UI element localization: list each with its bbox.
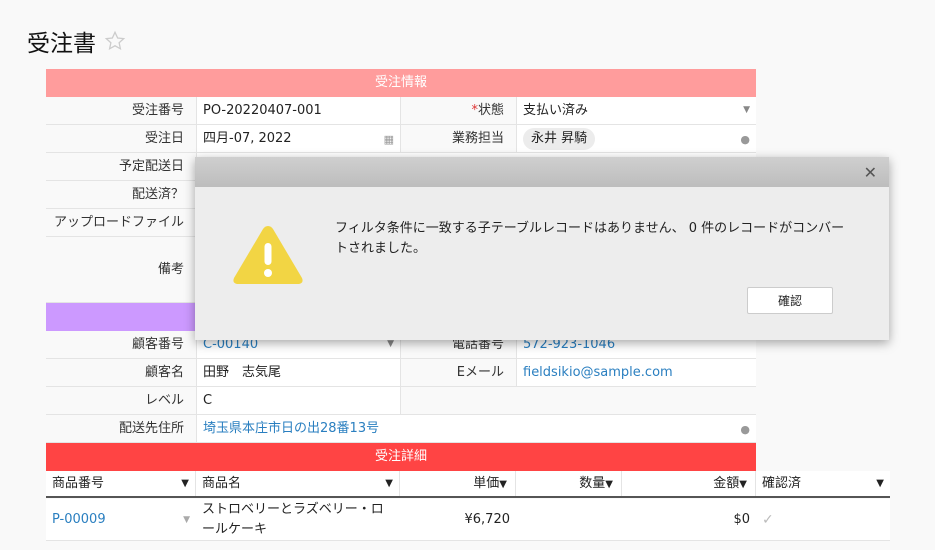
map-pin-icon[interactable]: ●: [740, 416, 750, 442]
address-field[interactable]: 埼玉県本庄市日の出28番13号 ●: [196, 415, 756, 442]
amount-value: $0: [733, 512, 750, 527]
level-field[interactable]: C: [196, 387, 400, 414]
column-label: 単価: [473, 476, 500, 491]
detail-table-header: 商品番号 ▼ 商品名 ▼ 単価▼ 数量▼ 金額▼ 確認済 ▼: [46, 471, 890, 498]
section-header-order-detail: 受注詳細: [46, 443, 756, 471]
customer-name-field[interactable]: 田野 志気尾: [196, 359, 400, 386]
status-value: 支払い済み: [523, 103, 589, 118]
address-link[interactable]: 埼玉県本庄市日の出28番13号: [203, 421, 379, 436]
product-name-cell: ストロベリーとラズベリー・ロールケーキ: [196, 499, 400, 540]
staff-label: 業務担当: [400, 125, 516, 152]
customer-name-value: 田野 志気尾: [203, 365, 282, 380]
row-customer-name: 顧客名 田野 志気尾 Eメール fieldsikio@sample.com: [46, 359, 756, 387]
dialog-titlebar[interactable]: ✕: [195, 157, 889, 187]
order-no-value: PO-20220407-001: [203, 103, 322, 118]
status-select[interactable]: 支払い済み ▼: [516, 97, 756, 124]
email-link[interactable]: fieldsikio@sample.com: [523, 365, 673, 380]
dialog-message: フィルタ条件に一致する子テーブルレコードはありません、 0 件のレコードがコンバ…: [335, 221, 845, 256]
star-icon[interactable]: [104, 30, 126, 52]
column-header-quantity[interactable]: 数量▼: [516, 471, 622, 496]
product-no-cell[interactable]: P-00009 ▼: [46, 499, 196, 540]
section-header-order-info: 受注情報: [46, 69, 756, 97]
column-label: 商品番号: [52, 476, 105, 491]
email-field[interactable]: fieldsikio@sample.com: [516, 359, 756, 386]
email-label: Eメール: [400, 359, 516, 386]
column-header-unit-price[interactable]: 単価▼: [400, 471, 516, 496]
order-date-field[interactable]: 四月-07, 2022 ▦: [196, 125, 400, 152]
row-order-no: 受注番号 PO-20220407-001 *状態 支払い済み ▼: [46, 97, 756, 125]
column-header-product-no[interactable]: 商品番号 ▼: [46, 471, 196, 496]
page-title: 受注書: [27, 24, 126, 58]
customer-name-label: 顧客名: [46, 359, 196, 386]
level-label: レベル: [46, 387, 196, 414]
check-icon[interactable]: ✓: [762, 512, 774, 528]
chevron-down-icon: ▼: [743, 105, 750, 115]
customer-no-label: 顧客番号: [46, 331, 196, 358]
column-header-confirmed[interactable]: 確認済 ▼: [756, 471, 890, 496]
address-label: 配送先住所: [46, 415, 196, 442]
calendar-icon[interactable]: ▦: [384, 126, 394, 152]
alert-dialog: ✕ フィルタ条件に一致する子テーブルレコードはありません、 0 件のレコードがコ…: [195, 157, 889, 340]
close-icon[interactable]: ✕: [864, 163, 877, 182]
column-header-product-name[interactable]: 商品名 ▼: [196, 471, 400, 496]
sort-down-icon[interactable]: ▼: [876, 471, 884, 497]
chevron-down-icon: ▼: [183, 514, 190, 525]
product-name-value: ストロベリーとラズベリー・ロールケーキ: [202, 501, 384, 537]
column-label: 商品名: [202, 476, 242, 491]
level-value: C: [203, 393, 213, 408]
row-order-date: 受注日 四月-07, 2022 ▦ 業務担当 永井 昇騎 ●: [46, 125, 756, 153]
row-address: 配送先住所 埼玉県本庄市日の出28番13号 ●: [46, 415, 756, 443]
status-label-text: 状態: [477, 103, 504, 118]
sort-down-icon[interactable]: ▼: [739, 479, 747, 490]
sort-down-icon[interactable]: ▼: [181, 471, 189, 497]
column-label: 確認済: [762, 476, 802, 491]
order-no-field[interactable]: PO-20220407-001: [196, 97, 400, 124]
notes-label: 備考: [46, 237, 196, 302]
ok-button[interactable]: 確認: [747, 287, 833, 314]
page-title-text: 受注書: [27, 31, 96, 57]
row-level: レベル C: [46, 387, 756, 415]
empty-cell: [400, 387, 756, 414]
shipped-label: 配送済？: [46, 181, 196, 208]
product-no-link[interactable]: P-00009: [52, 512, 106, 527]
sort-down-icon[interactable]: ▼: [605, 479, 613, 490]
staff-field[interactable]: 永井 昇騎 ●: [516, 125, 756, 152]
unit-price-value: ¥6,720: [464, 512, 511, 527]
status-label: *状態: [400, 97, 516, 124]
order-date-label: 受注日: [46, 125, 196, 152]
column-label: 数量: [579, 476, 606, 491]
planned-ship-label: 予定配送日: [46, 153, 196, 180]
order-no-label: 受注番号: [46, 97, 196, 124]
column-label: 金額: [713, 476, 740, 491]
sort-down-icon[interactable]: ▼: [385, 471, 393, 497]
upload-label: アップロードファイル: [46, 209, 196, 236]
unit-price-cell: ¥6,720: [400, 499, 516, 540]
sort-down-icon[interactable]: ▼: [499, 479, 507, 490]
quantity-cell[interactable]: [516, 499, 622, 540]
staff-chip[interactable]: 永井 昇騎: [523, 128, 596, 150]
user-icon[interactable]: ●: [740, 126, 750, 153]
order-date-value: 四月-07, 2022: [203, 131, 292, 146]
confirmed-cell[interactable]: ✓: [756, 499, 890, 540]
column-header-amount[interactable]: 金額▼: [622, 471, 756, 496]
amount-cell: $0: [622, 499, 756, 540]
table-row[interactable]: P-00009 ▼ ストロベリーとラズベリー・ロールケーキ ¥6,720 $0 ✓: [46, 499, 890, 541]
warning-icon: [233, 226, 303, 284]
